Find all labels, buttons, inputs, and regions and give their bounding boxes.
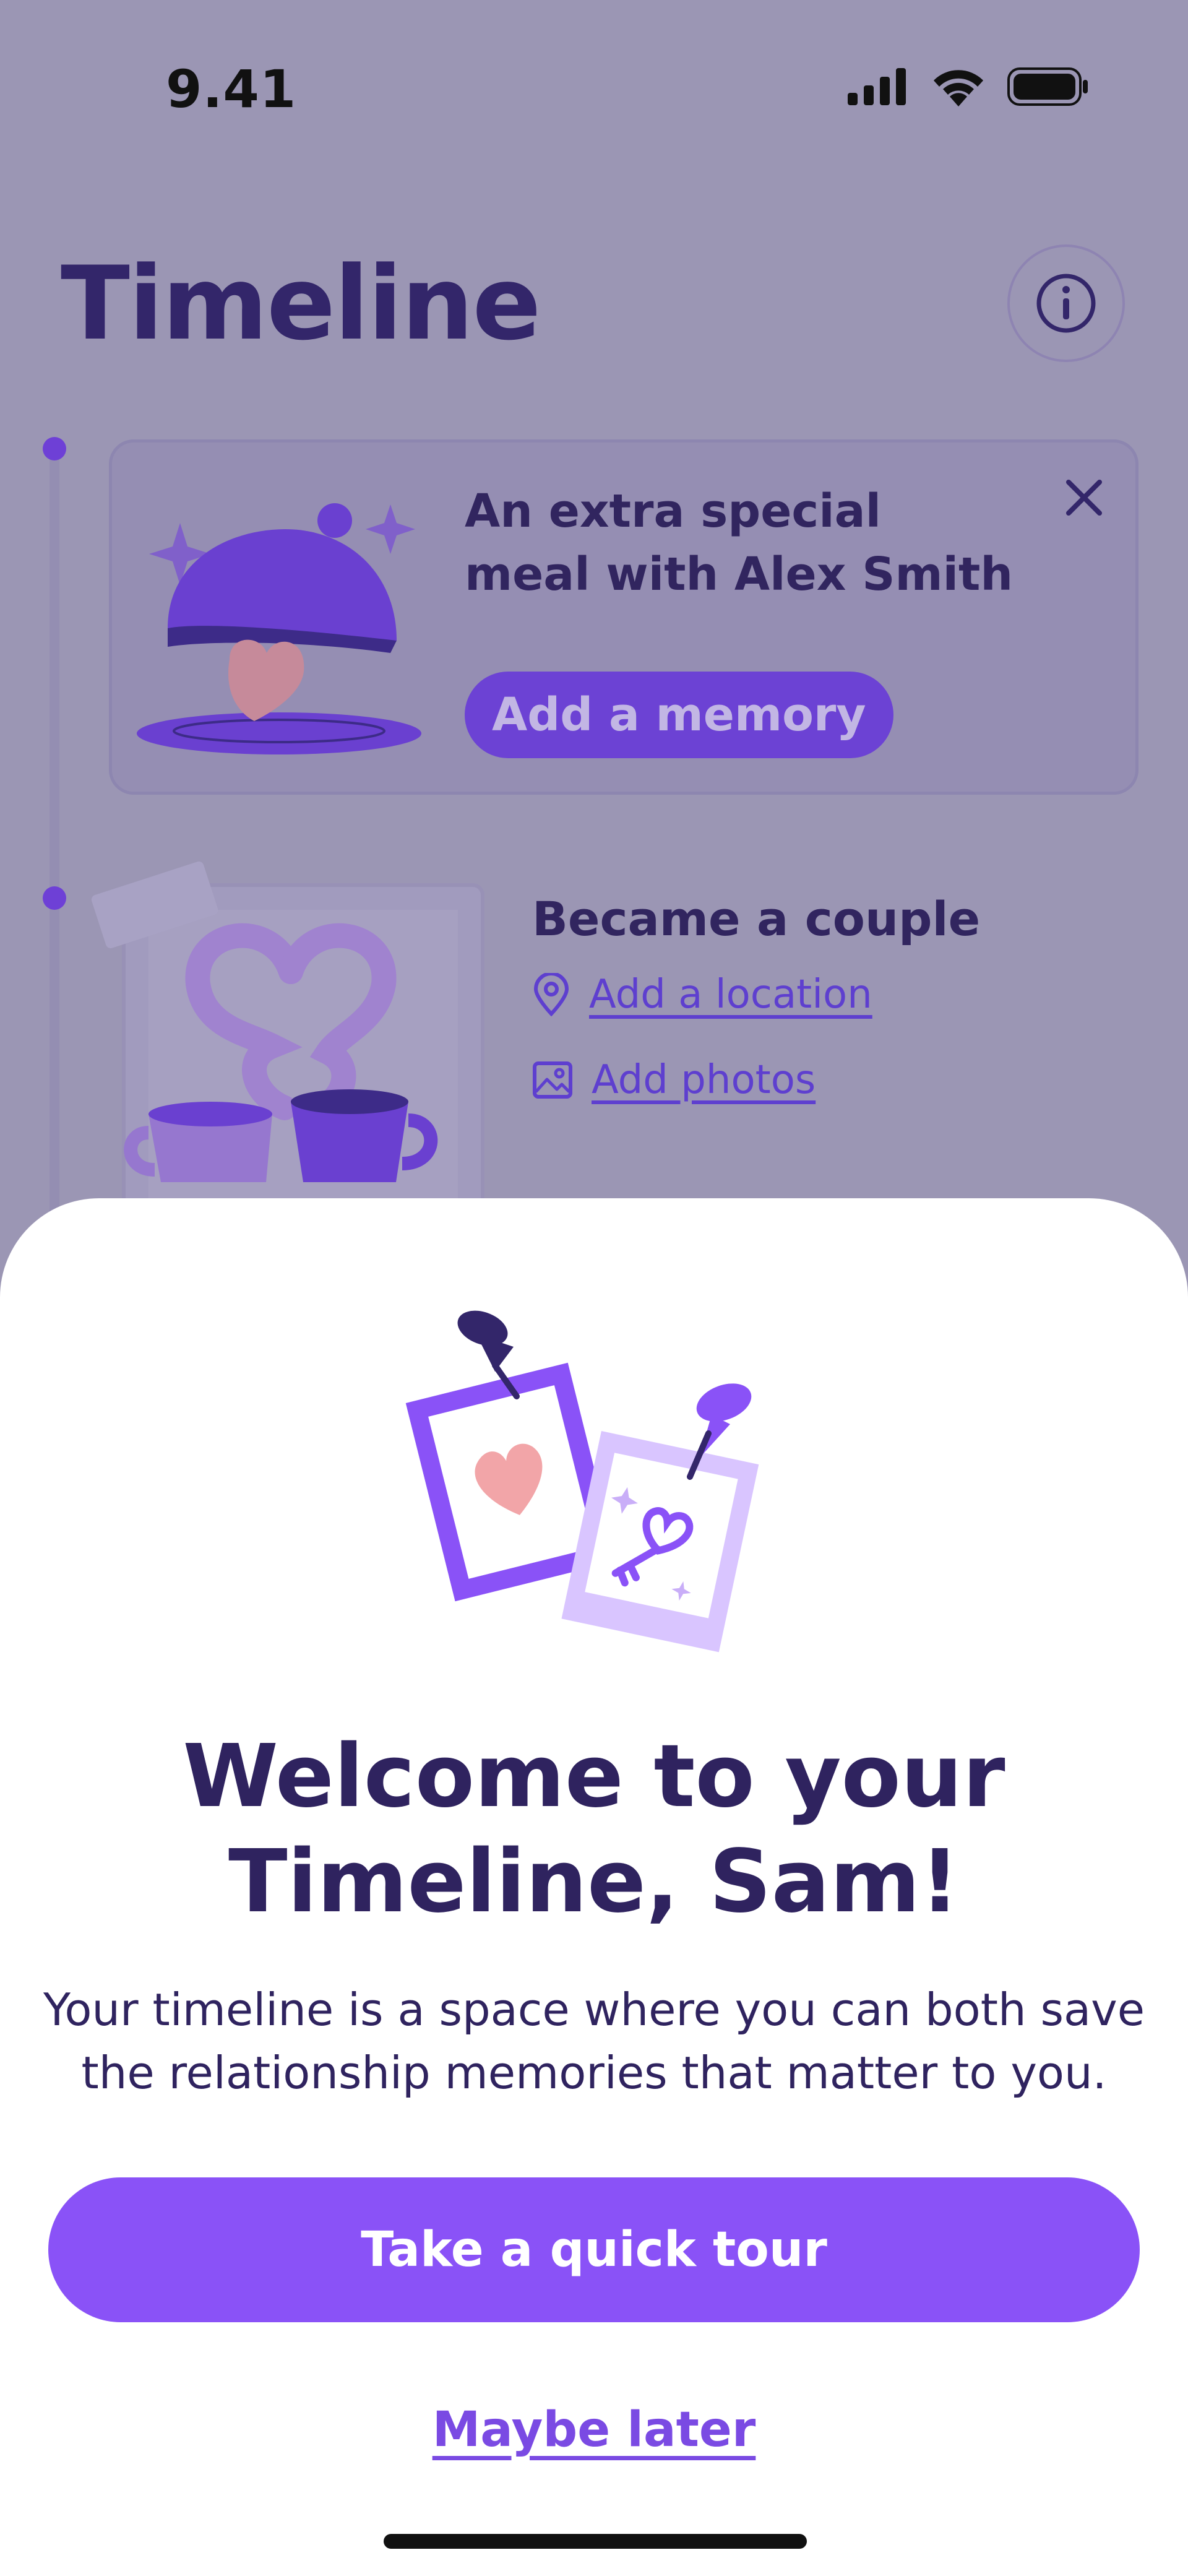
status-icons	[848, 67, 1089, 106]
maybe-later-link[interactable]: Maybe later	[0, 2402, 1188, 2458]
timeline-card-meal[interactable]: An extra special meal with Alex Smith Ad…	[109, 439, 1138, 795]
pinned-photos-illustration	[402, 1291, 786, 1677]
timeline-dot	[43, 437, 66, 460]
status-time: 9.41	[166, 59, 297, 119]
timeline-rail	[50, 446, 59, 1250]
timeline-dot	[43, 886, 66, 910]
signal-icon	[848, 68, 906, 105]
location-pin-icon	[533, 973, 569, 1016]
add-photos-label: Add photos	[592, 1057, 816, 1103]
info-icon	[1036, 274, 1096, 333]
image-icon	[533, 1061, 572, 1099]
timeline-card-title: Became a couple	[532, 891, 981, 946]
add-location-link[interactable]: Add a location	[532, 972, 872, 1018]
take-tour-button[interactable]: Take a quick tour	[48, 2177, 1140, 2322]
welcome-title-line-1: Welcome to your	[183, 1726, 1005, 1827]
welcome-title: Welcome to your Timeline, Sam!	[0, 1724, 1188, 1935]
welcome-title-line-2: Timeline, Sam!	[228, 1831, 960, 1932]
home-indicator[interactable]	[384, 2534, 807, 2549]
add-location-label: Add a location	[589, 972, 872, 1018]
battery-icon	[1007, 67, 1088, 106]
info-button[interactable]	[1007, 244, 1125, 362]
welcome-description-line-1: Your timeline is a space where you can b…	[43, 1984, 1145, 2036]
page-title: Timeline	[61, 244, 541, 363]
close-icon	[1066, 480, 1102, 516]
timeline-screen: 9.41 Timeline An extra special meal with…	[0, 0, 1188, 2576]
welcome-bottom-sheet: Welcome to your Timeline, Sam! Your time…	[0, 1198, 1188, 2576]
welcome-description: Your timeline is a space where you can b…	[37, 1978, 1151, 2104]
timeline-card-title: An extra special meal with Alex Smith	[465, 485, 1014, 601]
cloche-heart-illustration	[131, 486, 428, 761]
welcome-description-line-2: the relationship memories that matter to…	[81, 2047, 1107, 2099]
add-photos-link[interactable]: Add photos	[532, 1057, 816, 1103]
close-button[interactable]	[1062, 476, 1106, 522]
wifi-icon	[934, 70, 983, 106]
add-memory-button[interactable]: Add a memory	[465, 672, 893, 758]
coffee-cups-heart-illustration	[87, 860, 495, 1209]
